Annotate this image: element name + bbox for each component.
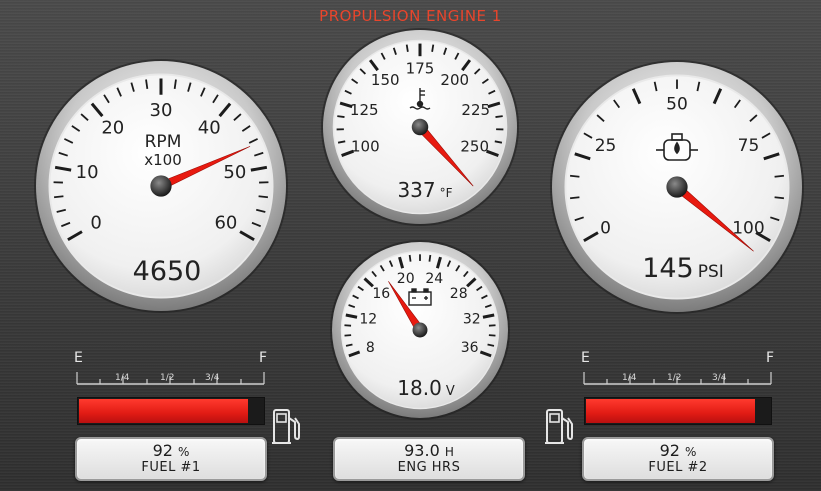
tick-label: 40 (198, 118, 221, 139)
tick-label: 12 (359, 312, 377, 328)
fuel2-level-bar (584, 397, 772, 425)
fuel2-full-label: F (766, 350, 775, 366)
tick-label: 75 (738, 136, 760, 156)
tick-label: 28 (450, 286, 468, 302)
tick-label: 50 (223, 162, 246, 183)
tick-label: 25 (595, 136, 617, 156)
tick-label: 125 (350, 101, 379, 119)
needle-hub (412, 322, 428, 338)
tick-label: 250 (460, 137, 489, 155)
needle-hub (666, 176, 688, 198)
tick-label: 36 (461, 340, 479, 356)
fuel2-level-fill (586, 399, 756, 423)
coolant-temperature-gauge: 100125150175200225250337 °F (321, 28, 519, 226)
tick-label: 20 (397, 271, 415, 287)
fuel2-scale-half: 1/2 (667, 373, 682, 383)
fuel2-readout: 92 % FUEL #2 (582, 437, 774, 481)
fuel1-scale-quarter: 1/4 (115, 373, 130, 383)
fuel1-scale-half: 1/2 (160, 373, 175, 383)
tick-label: 10 (76, 162, 99, 183)
needle-hub (411, 118, 429, 136)
fuel-pump-icon (272, 409, 300, 444)
fuel1-full-label: F (259, 350, 268, 366)
gauge-unit: V (446, 384, 455, 399)
fuel1-scale-three-quarter: 3/4 (205, 373, 220, 383)
fuel1-value: 92 (152, 441, 173, 460)
oil-pressure-gauge: 0255075100145 PSI (550, 60, 804, 314)
tick-label: 100 (351, 137, 380, 155)
fuel1-level-bar (77, 397, 265, 425)
rpm-gauge: 0 10 20 30 40 50 60 RPMx100 4650 (34, 59, 288, 313)
tick-label: 150 (371, 71, 400, 89)
engine-hours-name: ENG HRS (397, 460, 461, 475)
tick-label: 50 (666, 95, 688, 115)
fuel1-unit: % (178, 445, 190, 459)
tick-label: 225 (461, 101, 490, 119)
fuel1-empty-label: E (74, 350, 83, 366)
fuel2-scale-quarter: 1/4 (622, 373, 637, 383)
engine-dashboard: PROPULSION ENGINE 1 0 10 20 30 40 50 60 RPM x100… (0, 0, 821, 491)
tick-label: 0 (600, 218, 611, 238)
tick-label: 100 (732, 218, 764, 238)
tick-label: 200 (440, 71, 469, 89)
gauge-value: 4650 (133, 256, 202, 287)
rpm-label: RPM (145, 132, 182, 152)
tick-label: 24 (425, 271, 443, 287)
fuel-pump-icon (545, 409, 573, 444)
gauge-unit: °F (440, 186, 453, 200)
fuel2-scale-three-quarter: 3/4 (712, 373, 727, 383)
engine-hours-value: 93.0 (404, 441, 440, 460)
fuel1-name: FUEL #1 (141, 460, 201, 475)
rpm-multiplier-label: x100 (144, 151, 182, 169)
tick-label: 20 (101, 118, 124, 139)
tick-label: 175 (406, 59, 435, 77)
battery-voltage-gauge: 8121620 2428323618.0 V (330, 240, 510, 420)
fuel1-readout: 92 % FUEL #1 (75, 437, 267, 481)
needle-hub (150, 175, 172, 197)
tick-label: 8 (366, 340, 375, 356)
engine-hours-readout: 93.0 H ENG HRS (333, 437, 525, 481)
fuel1-level-fill (79, 399, 249, 423)
gauge-unit: PSI (698, 262, 724, 282)
fuel2-value: 92 (659, 441, 680, 460)
engine-hours-unit: H (444, 445, 454, 459)
fuel2-unit: % (685, 445, 697, 459)
tick-label: 60 (214, 213, 237, 234)
tick-label: 16 (372, 286, 390, 302)
tick-label: 0 (90, 213, 101, 234)
tick-label: 30 (150, 100, 173, 121)
tick-label: 32 (463, 312, 481, 328)
fuel2-empty-label: E (581, 350, 590, 366)
fuel2-name: FUEL #2 (648, 460, 708, 475)
